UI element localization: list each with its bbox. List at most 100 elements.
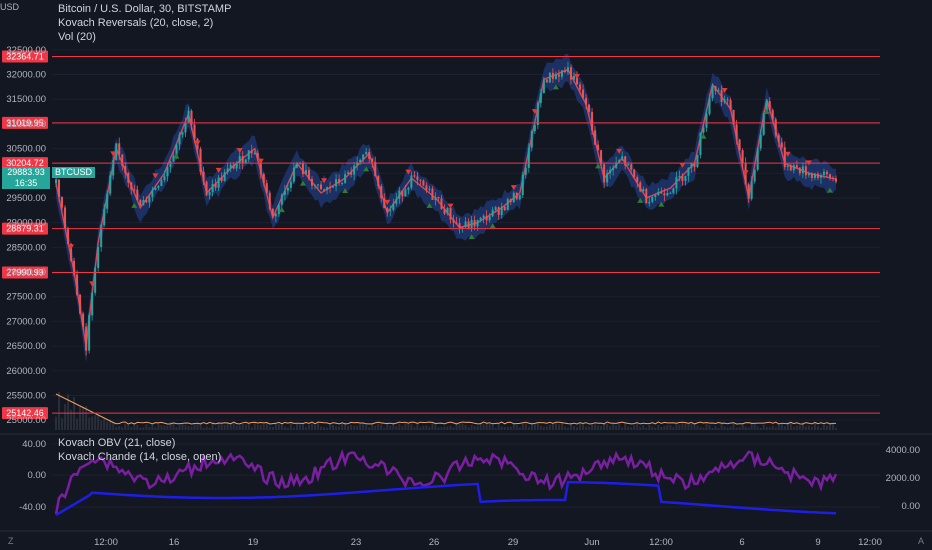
legend-kovach-chande[interactable]: Kovach Chande (14, close, open) [58, 451, 221, 463]
time-tick-label: 9 [815, 537, 820, 548]
volume-bar [181, 424, 184, 430]
volume-bar [425, 425, 428, 430]
volume-bar [79, 406, 82, 430]
candle-body [79, 294, 82, 314]
volume-bar [762, 424, 765, 430]
candle-body [594, 130, 597, 145]
price-axis[interactable]: 32500.00 32000.00 31500.00 31000.00 30500.00… [6, 45, 46, 426]
volume-bar [482, 424, 485, 430]
volume-bar [431, 422, 434, 430]
price-tick-label: 29000.00 [6, 218, 46, 229]
candle-body [572, 75, 575, 80]
volume-bar [241, 423, 244, 430]
volume-bar [320, 426, 323, 430]
volume-bar [768, 427, 771, 430]
volume-bar [247, 422, 250, 430]
candle-body [621, 156, 624, 161]
volume-bar [250, 427, 253, 430]
volume-bar [127, 424, 130, 430]
kovach-reversal-band [55, 53, 837, 363]
chart-canvas[interactable]: 32364.7131019.9530204.7228879.3127990.99… [0, 0, 932, 550]
candle-body [142, 200, 145, 206]
candle-body [729, 99, 732, 110]
volume-bar [714, 426, 717, 430]
volume-bar [449, 425, 452, 430]
volume-bar [356, 425, 359, 430]
candle-body [627, 164, 630, 166]
candle-body [335, 179, 338, 187]
volume-bar [121, 427, 124, 430]
volume-bar [377, 423, 380, 430]
candle-body [199, 148, 202, 172]
candle-body [106, 193, 109, 209]
candle-body [434, 197, 437, 200]
legend-volume[interactable]: Vol (20) [58, 31, 96, 43]
legend-kovach-obv[interactable]: Kovach OBV (21, close) [58, 437, 175, 449]
candle-body [58, 179, 61, 197]
candle-body [822, 171, 825, 176]
horizontal-levels[interactable]: 32364.7131019.9530204.7228879.3127990.99… [2, 50, 880, 420]
candle-body [696, 154, 699, 167]
candle-body [341, 182, 344, 184]
candle-body [503, 206, 506, 211]
candle-body [320, 184, 323, 190]
volume-bar [603, 423, 606, 430]
candle-body [82, 313, 85, 327]
candle-body [271, 208, 274, 217]
auto-scale-toggle[interactable]: A [918, 536, 924, 546]
volume-bar [759, 427, 762, 430]
volume-bar [205, 426, 208, 430]
current-price: 29883.93 [7, 167, 45, 177]
candle-body [91, 292, 94, 316]
volume-bar [669, 425, 672, 430]
volume-bar [166, 425, 169, 430]
time-tick-label: 12:00 [649, 537, 673, 548]
legend-symbol[interactable]: Bitcoin / U.S. Dollar, 30, BITSTAMP [58, 3, 231, 15]
price-tick-label: 32000.00 [6, 70, 46, 81]
candle-body [76, 274, 79, 295]
volume-bar [512, 424, 515, 430]
candle-body [461, 227, 464, 229]
candle-body [828, 174, 831, 178]
timezone-toggle[interactable]: Z [8, 536, 14, 546]
candle-body [512, 192, 515, 203]
candle-body [359, 159, 362, 163]
volume-bar [332, 425, 335, 430]
volume-bar [359, 423, 362, 430]
price-tick-label: 32500.00 [6, 45, 46, 56]
candle-body [253, 152, 256, 154]
candle-body [338, 179, 341, 184]
time-axis[interactable]: 12:00 16 19 23 26 29 Jun 12:00 6 9 12:00 [0, 530, 932, 548]
volume-bar [100, 420, 103, 430]
candle-body [55, 179, 57, 184]
candle-body [509, 199, 512, 203]
volume-bar [591, 424, 594, 430]
volume-bar [792, 427, 795, 430]
volume-bar [822, 424, 825, 430]
legend-kovach-reversals[interactable]: Kovach Reversals (20, close, 2) [58, 17, 213, 29]
candle-body [452, 219, 455, 223]
volume-bar [777, 423, 780, 430]
volume-bar [699, 427, 702, 430]
candle-body [624, 156, 627, 166]
candle-body [148, 196, 151, 203]
candle-body [609, 169, 612, 174]
volume-bar [437, 427, 440, 430]
volume-bar [771, 425, 774, 430]
volume-bar [684, 423, 687, 430]
volume-bar [651, 426, 654, 430]
volume-bar [298, 424, 301, 430]
candle-body [247, 150, 250, 160]
candle-body [491, 209, 494, 217]
candle-body [440, 198, 443, 210]
volume-bar [756, 426, 759, 430]
volume-bar [783, 426, 786, 430]
candle-body [579, 84, 582, 90]
volume-bar [259, 424, 262, 430]
volume-bar [795, 425, 798, 430]
candle-body [172, 155, 175, 162]
candle-body [317, 184, 320, 186]
volume-bar [326, 427, 329, 430]
candle-body [154, 187, 157, 190]
volume-bar [500, 426, 503, 430]
